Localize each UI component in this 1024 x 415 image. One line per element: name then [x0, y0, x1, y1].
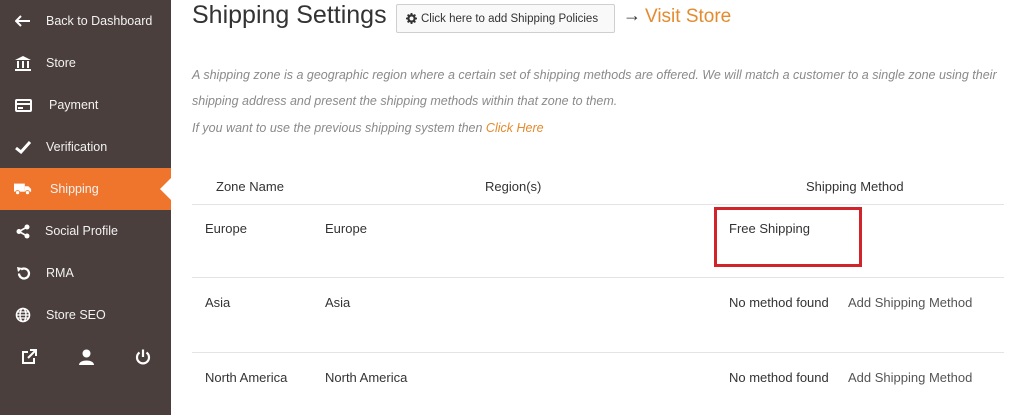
main-content: Shipping Settings Click here to add Ship… — [171, 0, 1024, 415]
table-cell-zone[interactable]: North America — [205, 370, 287, 385]
sidebar-bottom-icons — [0, 336, 171, 380]
undo-icon — [14, 264, 32, 282]
table-cell-shipping-method: No method found — [729, 295, 829, 310]
sidebar-item-label: Back to Dashboard — [46, 14, 153, 28]
sidebar-item-back-to-dashboard[interactable]: Back to Dashboard — [0, 0, 171, 42]
highlight-annotation-box — [714, 207, 862, 267]
gear-icon — [406, 13, 417, 24]
column-header-shipping-method: Shipping Method — [806, 179, 904, 194]
page-title: Shipping Settings — [192, 1, 387, 29]
previous-shipping-note: If you want to use the previous shipping… — [192, 121, 544, 135]
sidebar-item-social-profile[interactable]: Social Profile — [0, 210, 171, 252]
table-cell-zone[interactable]: Europe — [205, 221, 247, 236]
shipping-zone-description: A shipping zone is a geographic region w… — [192, 68, 997, 108]
previous-shipping-text: If you want to use the previous shipping… — [192, 121, 486, 135]
sidebar-item-shipping[interactable]: Shipping — [0, 168, 171, 210]
sidebar-item-rma[interactable]: RMA — [0, 252, 171, 294]
sidebar-item-label: Shipping — [50, 182, 99, 196]
table-cell-region: Europe — [325, 221, 367, 236]
add-shipping-policies-label: Click here to add Shipping Policies — [421, 12, 599, 25]
sidebar-item-label: RMA — [46, 266, 74, 280]
table-cell-region: North America — [325, 370, 408, 385]
bank-icon — [14, 54, 32, 72]
sidebar-item-verification[interactable]: Verification — [0, 126, 171, 168]
globe-icon — [14, 306, 32, 324]
sidebar-item-label: Payment — [49, 98, 99, 112]
sidebar: Back to Dashboard Store Payment Verifica… — [0, 0, 171, 415]
add-shipping-policies-button[interactable]: Click here to add Shipping Policies — [396, 4, 615, 33]
table-divider — [192, 277, 1004, 278]
arrow-right-icon: → — [623, 5, 641, 25]
sidebar-item-store-seo[interactable]: Store SEO — [0, 294, 171, 336]
credit-card-icon — [14, 96, 32, 114]
visit-store-link[interactable]: Visit Store — [645, 6, 731, 28]
sidebar-item-label: Store SEO — [46, 308, 106, 322]
check-icon — [14, 138, 32, 156]
click-here-link[interactable]: Click Here — [486, 121, 544, 135]
user-icon[interactable] — [77, 348, 95, 366]
add-shipping-method-link[interactable]: Add Shipping Method — [848, 295, 972, 310]
sidebar-item-label: Social Profile — [45, 224, 118, 238]
external-link-icon[interactable] — [20, 348, 38, 366]
add-shipping-method-link[interactable]: Add Shipping Method — [848, 370, 972, 385]
sidebar-item-label: Store — [46, 56, 76, 70]
truck-icon — [14, 180, 32, 198]
table-cell-zone[interactable]: Asia — [205, 295, 230, 310]
table-cell-shipping-method: No method found — [729, 370, 829, 385]
table-divider — [192, 352, 1004, 353]
share-icon — [14, 222, 32, 240]
table-divider — [192, 204, 1004, 205]
table-cell-region: Asia — [325, 295, 351, 310]
column-header-zone-name: Zone Name — [216, 179, 284, 194]
column-header-regions: Region(s) — [485, 179, 542, 194]
sidebar-item-payment[interactable]: Payment — [0, 84, 171, 126]
sidebar-item-label: Verification — [46, 140, 108, 154]
arrow-left-icon — [14, 12, 32, 30]
sidebar-item-store[interactable]: Store — [0, 42, 171, 84]
power-icon[interactable] — [134, 348, 152, 366]
